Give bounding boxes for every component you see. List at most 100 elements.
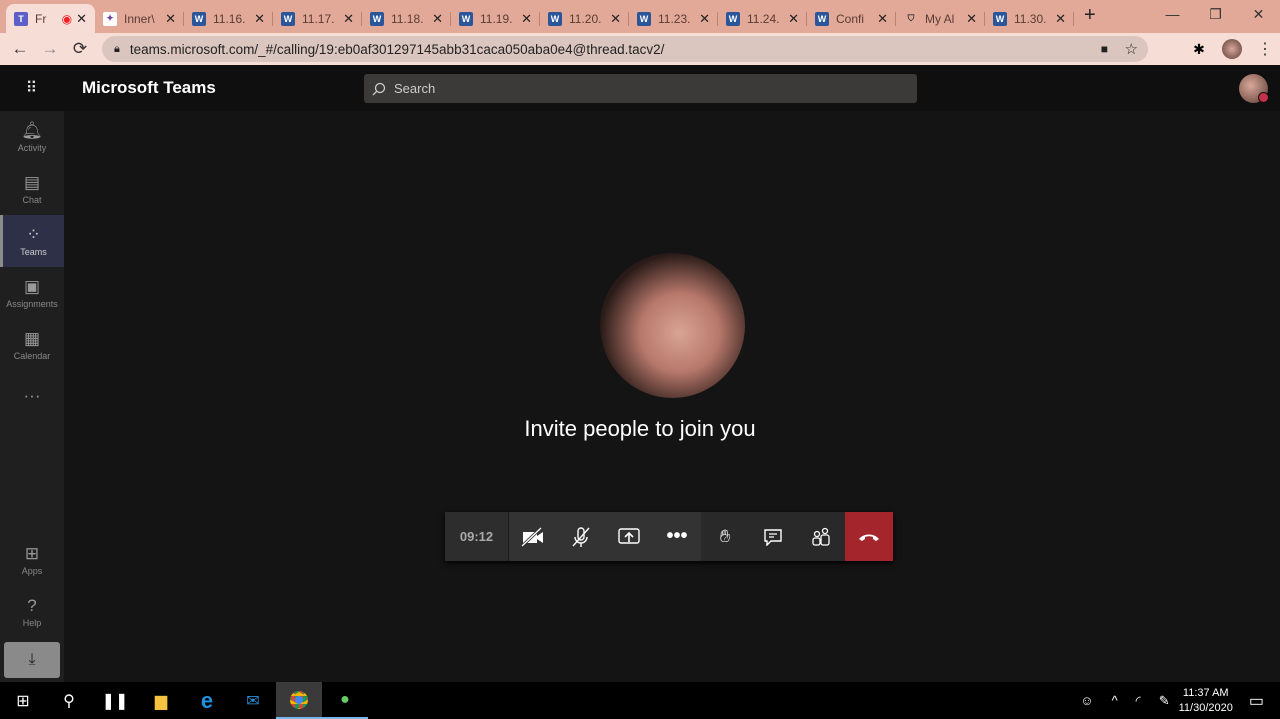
app-rail: 🔔︎ Activity ▤ Chat ⁘ Teams ▣ Assignments ▦ Calend…	[0, 111, 64, 682]
globe-icon: ●	[340, 690, 350, 708]
app-title: Microsoft Teams	[82, 78, 216, 97]
search-icon	[372, 82, 386, 95]
browser-tab[interactable]: W 11.17. ✕	[273, 4, 362, 33]
chrome-button[interactable]	[276, 682, 322, 719]
people-icon[interactable]: ☺	[1071, 693, 1102, 708]
extensions-icon[interactable]: ✱	[1184, 41, 1214, 58]
restore-button[interactable]: ❐	[1194, 0, 1237, 28]
close-tab-icon[interactable]: ✕	[165, 11, 176, 27]
share-screen-button[interactable]	[605, 512, 653, 561]
hand-icon: ✋︎	[719, 526, 731, 546]
url-field[interactable]: 🔒︎ teams.microsoft.com/_#/calling/19:eb0…	[102, 36, 1148, 62]
close-tab-icon[interactable]: ✕	[432, 11, 443, 27]
caller-photo	[600, 253, 745, 398]
word-icon: W	[726, 11, 740, 26]
forward-button[interactable]: →	[35, 39, 65, 59]
rail-item-help[interactable]: ? Help	[0, 586, 64, 638]
browser-tab[interactable]: W 11.18. ✕	[362, 4, 451, 33]
word-icon: W	[815, 11, 829, 26]
wifi-icon[interactable]: ◜	[1127, 693, 1150, 709]
browser-tab[interactable]: W 11.23. ✕	[629, 4, 718, 33]
window-controls: — ❐ ✕	[1151, 0, 1280, 28]
apps-icon: ⊞	[24, 544, 40, 563]
close-tab-icon[interactable]: ✕	[877, 11, 888, 27]
word-icon: W	[281, 11, 295, 26]
app-button[interactable]: ●	[322, 682, 368, 719]
close-tab-icon[interactable]: ✕	[966, 11, 977, 27]
ellipsis-icon: ···	[23, 386, 41, 405]
file-explorer-button[interactable]: ▆	[138, 682, 184, 719]
task-view-button[interactable]: ❚❚	[92, 682, 138, 719]
close-window-button[interactable]: ✕	[1237, 0, 1280, 28]
call-timer: 09:12	[445, 512, 509, 561]
rail-item-activity[interactable]: 🔔︎ Activity	[0, 111, 64, 163]
folder-icon: ▆	[154, 692, 168, 710]
browser-tab[interactable]: ⛉ My Al ✕	[896, 4, 985, 33]
download-app-button[interactable]: ⤓	[4, 642, 60, 678]
backpack-icon: ▣	[23, 277, 41, 296]
windows-taskbar: ⊞ ⚲ ❚❚ ▆ e ✉ ● ☺ ^ ◜ ✎ 11:37 AM 11/30/202…	[0, 682, 1280, 719]
more-actions-button[interactable]: •••	[653, 512, 701, 561]
hang-up-button[interactable]	[845, 512, 893, 561]
task-view-icon: ❚❚	[101, 692, 129, 710]
edge-icon: e	[200, 687, 214, 713]
taskbar-search-button[interactable]: ⚲	[46, 682, 92, 719]
minimize-button[interactable]: —	[1151, 0, 1194, 28]
close-tab-icon[interactable]: ✕	[343, 11, 354, 27]
teams-header: ⠿ Microsoft Teams Search	[0, 65, 1280, 111]
rail-item-apps[interactable]: ⊞ Apps	[0, 534, 64, 586]
close-tab-icon[interactable]: ✕	[699, 11, 710, 27]
rail-item-calendar[interactable]: ▦ Calendar	[0, 319, 64, 371]
windows-icon: ⊞	[16, 692, 30, 710]
camera-icon[interactable]: ■	[1101, 42, 1108, 56]
edge-button[interactable]: e	[184, 682, 230, 719]
word-icon: W	[459, 11, 473, 26]
menu-icon[interactable]: ⋮	[1250, 39, 1280, 59]
ellipsis-icon: •••	[666, 525, 688, 547]
download-icon: ⤓	[28, 651, 36, 668]
close-tab-icon[interactable]: ✕	[1055, 11, 1066, 27]
rail-item-assignments[interactable]: ▣ Assignments	[0, 267, 64, 319]
camera-toggle-button[interactable]	[509, 512, 557, 561]
star-icon[interactable]: ☆	[1125, 40, 1138, 58]
back-button[interactable]: ←	[5, 39, 35, 59]
start-button[interactable]: ⊞	[0, 682, 46, 719]
chat-icon: ▤	[23, 173, 41, 192]
clock[interactable]: 11:37 AM 11/30/2020	[1179, 686, 1233, 716]
close-tab-icon[interactable]: ✕	[521, 11, 532, 27]
browser-tab[interactable]: T Fr ◉ ✕	[6, 4, 95, 33]
mic-toggle-button[interactable]	[557, 512, 605, 561]
pen-icon[interactable]: ✎	[1150, 693, 1179, 709]
browser-tab[interactable]: W Confi ✕	[807, 4, 896, 33]
participants-button[interactable]	[797, 512, 845, 561]
browser-tab[interactable]: W 11.24. ✕	[718, 4, 807, 33]
lock-icon: 🔒︎	[114, 42, 120, 55]
chat-button[interactable]	[749, 512, 797, 561]
close-tab-icon[interactable]: ✕	[254, 11, 265, 27]
word-icon: W	[192, 11, 206, 26]
browser-tab[interactable]: ✦ Inner\ ✕	[95, 4, 184, 33]
rail-item-chat[interactable]: ▤ Chat	[0, 163, 64, 215]
browser-tab[interactable]: W 11.20. ✕	[540, 4, 629, 33]
notification-icon[interactable]: ▭	[1233, 691, 1280, 711]
close-tab-icon[interactable]: ✕	[788, 11, 799, 27]
word-icon: W	[993, 11, 1007, 26]
search-icon: ⚲	[63, 692, 75, 710]
profile-avatar[interactable]	[1222, 39, 1242, 59]
mail-button[interactable]: ✉	[230, 682, 276, 719]
close-tab-icon[interactable]: ✕	[610, 11, 621, 27]
chevron-up-icon[interactable]: ^	[1103, 693, 1127, 708]
calendar-icon: ▦	[23, 329, 41, 348]
mic-off-icon	[572, 526, 590, 547]
search-input[interactable]: Search	[364, 74, 917, 103]
close-tab-icon[interactable]: ✕	[76, 11, 87, 27]
browser-tab[interactable]: W 11.19. ✕	[451, 4, 540, 33]
rail-item-teams[interactable]: ⁘ Teams	[0, 215, 64, 267]
browser-tab[interactable]: W 11.30. ✕	[985, 4, 1074, 33]
reload-button[interactable]: ⟳	[65, 39, 95, 59]
new-tab-button[interactable]: +	[1084, 4, 1096, 27]
app-launcher-icon[interactable]: ⠿	[0, 78, 64, 98]
user-avatar[interactable]	[1239, 74, 1269, 103]
browser-tab[interactable]: W 11.16. ✕	[184, 4, 273, 33]
raise-hand-button[interactable]: ✋︎	[701, 512, 749, 561]
